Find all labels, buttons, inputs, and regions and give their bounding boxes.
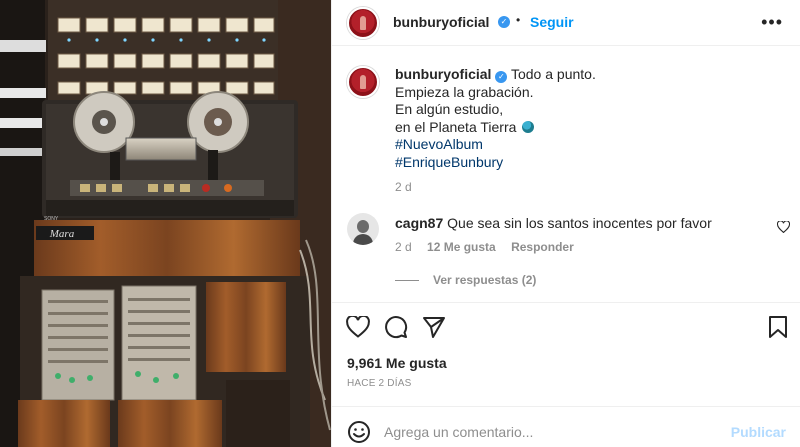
- post-header: bunburyoficial ✓ • Seguir •••: [332, 0, 800, 46]
- actions-divider: [332, 302, 800, 303]
- likes-count[interactable]: 9,961 Me gusta: [347, 355, 447, 371]
- caption-line-4: en el Planeta Tierra: [395, 118, 517, 135]
- header-separator: •: [516, 13, 521, 27]
- hashtag-link[interactable]: #EnriqueBunbury: [395, 154, 775, 172]
- earth-globe-icon: [522, 120, 535, 133]
- save-bookmark-icon[interactable]: [768, 315, 788, 339]
- header-username[interactable]: bunburyoficial: [393, 14, 489, 30]
- comment-meta: 2 d 12 Me gusta Responder: [395, 240, 574, 254]
- commenter-avatar[interactable]: [347, 213, 379, 245]
- emoji-smiley-icon[interactable]: [347, 420, 371, 444]
- caption-line-1: Todo a punto.: [510, 66, 596, 82]
- sony-logo: SONY: [44, 216, 59, 222]
- posted-time: HACE 2 DÍAS: [347, 378, 412, 389]
- caption-author-avatar[interactable]: [347, 66, 379, 98]
- caption-time: 2 d: [395, 179, 412, 194]
- comment-username[interactable]: cagn87: [395, 215, 443, 231]
- author-avatar[interactable]: [347, 7, 379, 39]
- verified-badge-icon: ✓: [498, 16, 510, 28]
- publish-button[interactable]: Publicar: [731, 424, 786, 440]
- comment-like-heart-icon[interactable]: [777, 221, 790, 233]
- view-replies[interactable]: Ver respuestas (2): [395, 273, 536, 287]
- caption-line-2: Empieza la grabación.: [395, 83, 534, 100]
- comment: cagn87 Que sea sin los santos inocentes …: [395, 215, 775, 231]
- tape-recorder-image: Mara SONY: [0, 0, 331, 447]
- post-caption: bunburyoficial ✓ Todo a punto. Empieza l…: [395, 66, 775, 196]
- more-options-icon[interactable]: •••: [761, 13, 783, 31]
- comment-bubble-icon[interactable]: [384, 315, 408, 339]
- reply-button[interactable]: Responder: [511, 240, 574, 254]
- like-heart-icon[interactable]: [346, 316, 370, 338]
- caption-line-3: En algún estudio,: [395, 101, 504, 118]
- post-side-panel: bunburyoficial ✓ • Seguir ••• bunburyofi…: [331, 0, 800, 447]
- mara-plate: Mara: [49, 228, 75, 240]
- post-photo[interactable]: Mara SONY: [0, 0, 331, 447]
- comment-likes[interactable]: 12 Me gusta: [427, 240, 496, 254]
- comment-text: Que sea sin los santos inocentes por fav…: [447, 215, 712, 231]
- comment-input[interactable]: Agrega un comentario...: [384, 424, 533, 440]
- follow-button[interactable]: Seguir: [530, 14, 574, 30]
- caption-username[interactable]: bunburyoficial: [395, 66, 491, 82]
- comment-time: 2 d: [395, 240, 412, 254]
- composer-divider: [332, 406, 800, 407]
- share-send-icon[interactable]: [422, 315, 446, 339]
- caption-verified-icon: ✓: [495, 71, 508, 83]
- hashtag-link[interactable]: #NuevoAlbum: [395, 136, 775, 154]
- replies-line: [395, 280, 419, 282]
